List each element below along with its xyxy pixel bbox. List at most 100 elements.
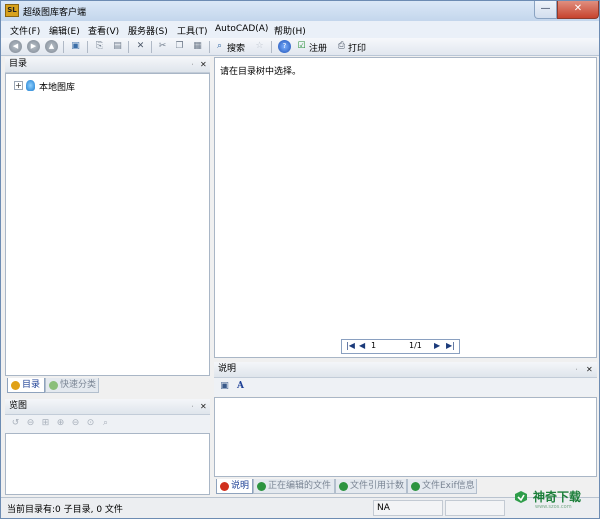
watermark-text: 神奇下载 <box>533 490 582 504</box>
tab-description-label: 说明 <box>231 481 250 491</box>
search-button[interactable]: 搜索 <box>227 41 245 54</box>
description-pane-header: 说明 ᆞ ✕ <box>214 362 597 378</box>
window-title: 超级图库客户端 <box>23 8 87 18</box>
tree-expander[interactable]: + <box>14 81 23 90</box>
tab-editing-files-label: 正在编辑的文件 <box>268 481 332 491</box>
category-tab-icon <box>49 381 58 390</box>
last-page-icon[interactable]: ▶| <box>446 341 455 350</box>
menu-tools[interactable]: 工具(T) <box>177 24 208 37</box>
zoom-minus-icon[interactable]: ⊖ <box>69 417 82 430</box>
tab-file-reference-count[interactable]: 文件引用计数 <box>335 479 407 494</box>
toolbar-separator <box>209 41 210 53</box>
font-icon[interactable]: A <box>234 380 247 393</box>
up-icon[interactable]: ▲ <box>45 40 58 53</box>
zoom-actual-icon[interactable]: ⊙ <box>84 417 97 430</box>
rotate-icon[interactable]: ↺ <box>9 417 22 430</box>
app-window: SL 超级图库客户端 — ✕ 文件(F) 编辑(E) 查看(V) 服务器(S) … <box>0 0 600 519</box>
tab-catalog[interactable]: 目录 <box>7 378 45 393</box>
status-text: 当前目录有:0 子目录, 0 文件 <box>7 505 123 515</box>
tab-file-exif-label: 文件Exif信息 <box>422 481 475 491</box>
save-icon[interactable]: ▣ <box>218 380 231 393</box>
tab-catalog-label: 目录 <box>22 380 41 390</box>
register-icon[interactable]: ☑ <box>295 40 308 53</box>
prev-page-icon[interactable]: ◀ <box>359 341 365 350</box>
next-page-icon[interactable]: ▶ <box>434 341 440 350</box>
close-icon[interactable]: ✕ <box>586 362 593 377</box>
page-indicator: 1/1 <box>409 341 422 350</box>
app-icon: SL <box>5 4 19 17</box>
zoom-in-icon[interactable]: ⊕ <box>54 417 67 430</box>
editing-tab-icon <box>257 482 266 491</box>
exif-tab-icon <box>411 482 420 491</box>
tree-item-local-library[interactable]: 本地图库 <box>39 80 75 93</box>
description-pane-title: 说明 <box>218 364 237 374</box>
close-button[interactable]: ✕ <box>557 1 599 19</box>
zoom-fit-icon[interactable]: ⊞ <box>39 417 52 430</box>
star-icon[interactable]: ☆ <box>253 40 266 53</box>
paste-icon[interactable]: ▦ <box>191 40 204 53</box>
preview-pane-header: 览图 ᆞ ✕ <box>5 399 210 415</box>
content-prompt: 请在目录树中选择。 <box>220 67 302 77</box>
toolbar: ◀ ▶ ▲ ▣ ⎘ ▤ ✕ ✂ ❐ ▦ ⌕ 搜索 ☆ ? ☑ 注册 ⎙ 打印 <box>1 38 599 56</box>
menu-file[interactable]: 文件(F) <box>10 24 40 37</box>
pin-icon[interactable]: ᆞ <box>189 57 196 72</box>
description-editor[interactable] <box>214 397 597 477</box>
tab-quick-category[interactable]: 快速分类 <box>45 378 99 393</box>
watermark-url: www.szos.com <box>535 504 572 510</box>
toolbar-separator <box>151 41 152 53</box>
pin-icon[interactable]: ᆞ <box>189 399 196 414</box>
browse-icon[interactable]: ▣ <box>69 40 82 53</box>
cut-icon[interactable]: ✂ <box>156 40 169 53</box>
menu-view[interactable]: 查看(V) <box>88 24 119 37</box>
preview-pane-title: 览图 <box>9 401 28 411</box>
help-icon[interactable]: ? <box>278 40 291 53</box>
pin-icon[interactable]: ᆞ <box>573 362 580 377</box>
toolbar-separator <box>63 41 64 53</box>
status-cell-na: NA <box>373 500 443 516</box>
first-page-icon[interactable]: |◀ <box>346 341 355 350</box>
close-icon[interactable]: ✕ <box>200 399 207 414</box>
reference-tab-icon <box>339 482 348 491</box>
tab-file-reference-count-label: 文件引用计数 <box>350 481 405 491</box>
pager: |◀ ◀ 1 1/1 ▶ ▶| <box>341 339 460 354</box>
status-bar: 当前目录有:0 子目录, 0 文件 NA <box>1 497 599 518</box>
import-icon[interactable]: ⎘ <box>93 40 106 53</box>
menu-edit[interactable]: 编辑(E) <box>49 24 80 37</box>
minimize-button[interactable]: — <box>534 1 557 19</box>
copy-icon[interactable]: ❐ <box>173 40 186 53</box>
description-toolbar: ▣ A <box>214 378 597 396</box>
catalog-tab-icon <box>11 381 20 390</box>
toolbar-separator <box>271 41 272 53</box>
page-input[interactable]: 1 <box>371 341 376 350</box>
catalog-pane-header: 目录 ᆞ ✕ <box>5 57 210 73</box>
menu-server[interactable]: 服务器(S) <box>128 24 168 37</box>
toolbar-separator <box>128 41 129 53</box>
close-icon[interactable]: ✕ <box>200 57 207 72</box>
print-button[interactable]: 打印 <box>348 41 366 54</box>
tab-file-exif[interactable]: 文件Exif信息 <box>407 479 477 494</box>
register-button[interactable]: 注册 <box>309 41 327 54</box>
catalog-pane-title: 目录 <box>9 59 28 69</box>
preview-toolbar: ↺ ⊖ ⊞ ⊕ ⊖ ⊙ ⌕ <box>5 415 210 433</box>
search-icon[interactable]: ⌕ <box>213 40 226 53</box>
zoom-window-icon[interactable]: ⌕ <box>99 417 112 430</box>
catalog-tree: + 本地图库 <box>5 73 210 376</box>
watermark-logo <box>515 491 527 503</box>
preview-area <box>5 433 210 495</box>
tab-editing-files[interactable]: 正在编辑的文件 <box>253 479 335 494</box>
back-icon[interactable]: ◀ <box>9 40 22 53</box>
document-icon[interactable]: ▤ <box>111 40 124 53</box>
library-icon <box>26 80 35 91</box>
tab-description[interactable]: 说明 <box>216 479 253 494</box>
print-icon[interactable]: ⎙ <box>335 40 348 53</box>
description-tab-icon <box>220 482 229 491</box>
toolbar-separator <box>87 41 88 53</box>
menu-autocad[interactable]: AutoCAD(A) <box>215 24 268 34</box>
menu-help[interactable]: 帮助(H) <box>274 24 306 37</box>
delete-icon[interactable]: ✕ <box>134 40 147 53</box>
content-area: 请在目录树中选择。 <box>214 57 597 358</box>
status-cell-empty <box>445 500 505 516</box>
tab-quick-category-label: 快速分类 <box>60 380 97 390</box>
zoom-out-icon[interactable]: ⊖ <box>24 417 37 430</box>
forward-icon[interactable]: ▶ <box>27 40 40 53</box>
